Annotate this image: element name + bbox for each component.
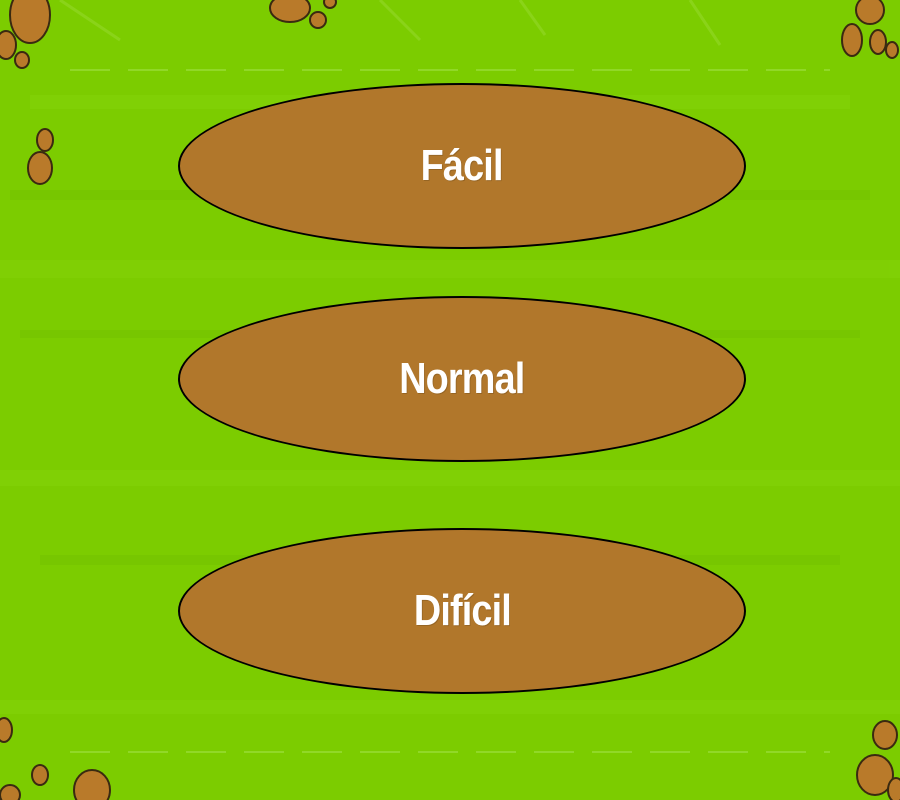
easy-difficulty-label: Fácil (421, 141, 504, 190)
hard-difficulty-label: Difícil (413, 586, 511, 635)
normal-difficulty-button[interactable]: Normal (178, 296, 746, 462)
easy-difficulty-button[interactable]: Fácil (178, 83, 746, 249)
hard-difficulty-button[interactable]: Difícil (178, 528, 746, 694)
normal-difficulty-label: Normal (399, 354, 525, 403)
